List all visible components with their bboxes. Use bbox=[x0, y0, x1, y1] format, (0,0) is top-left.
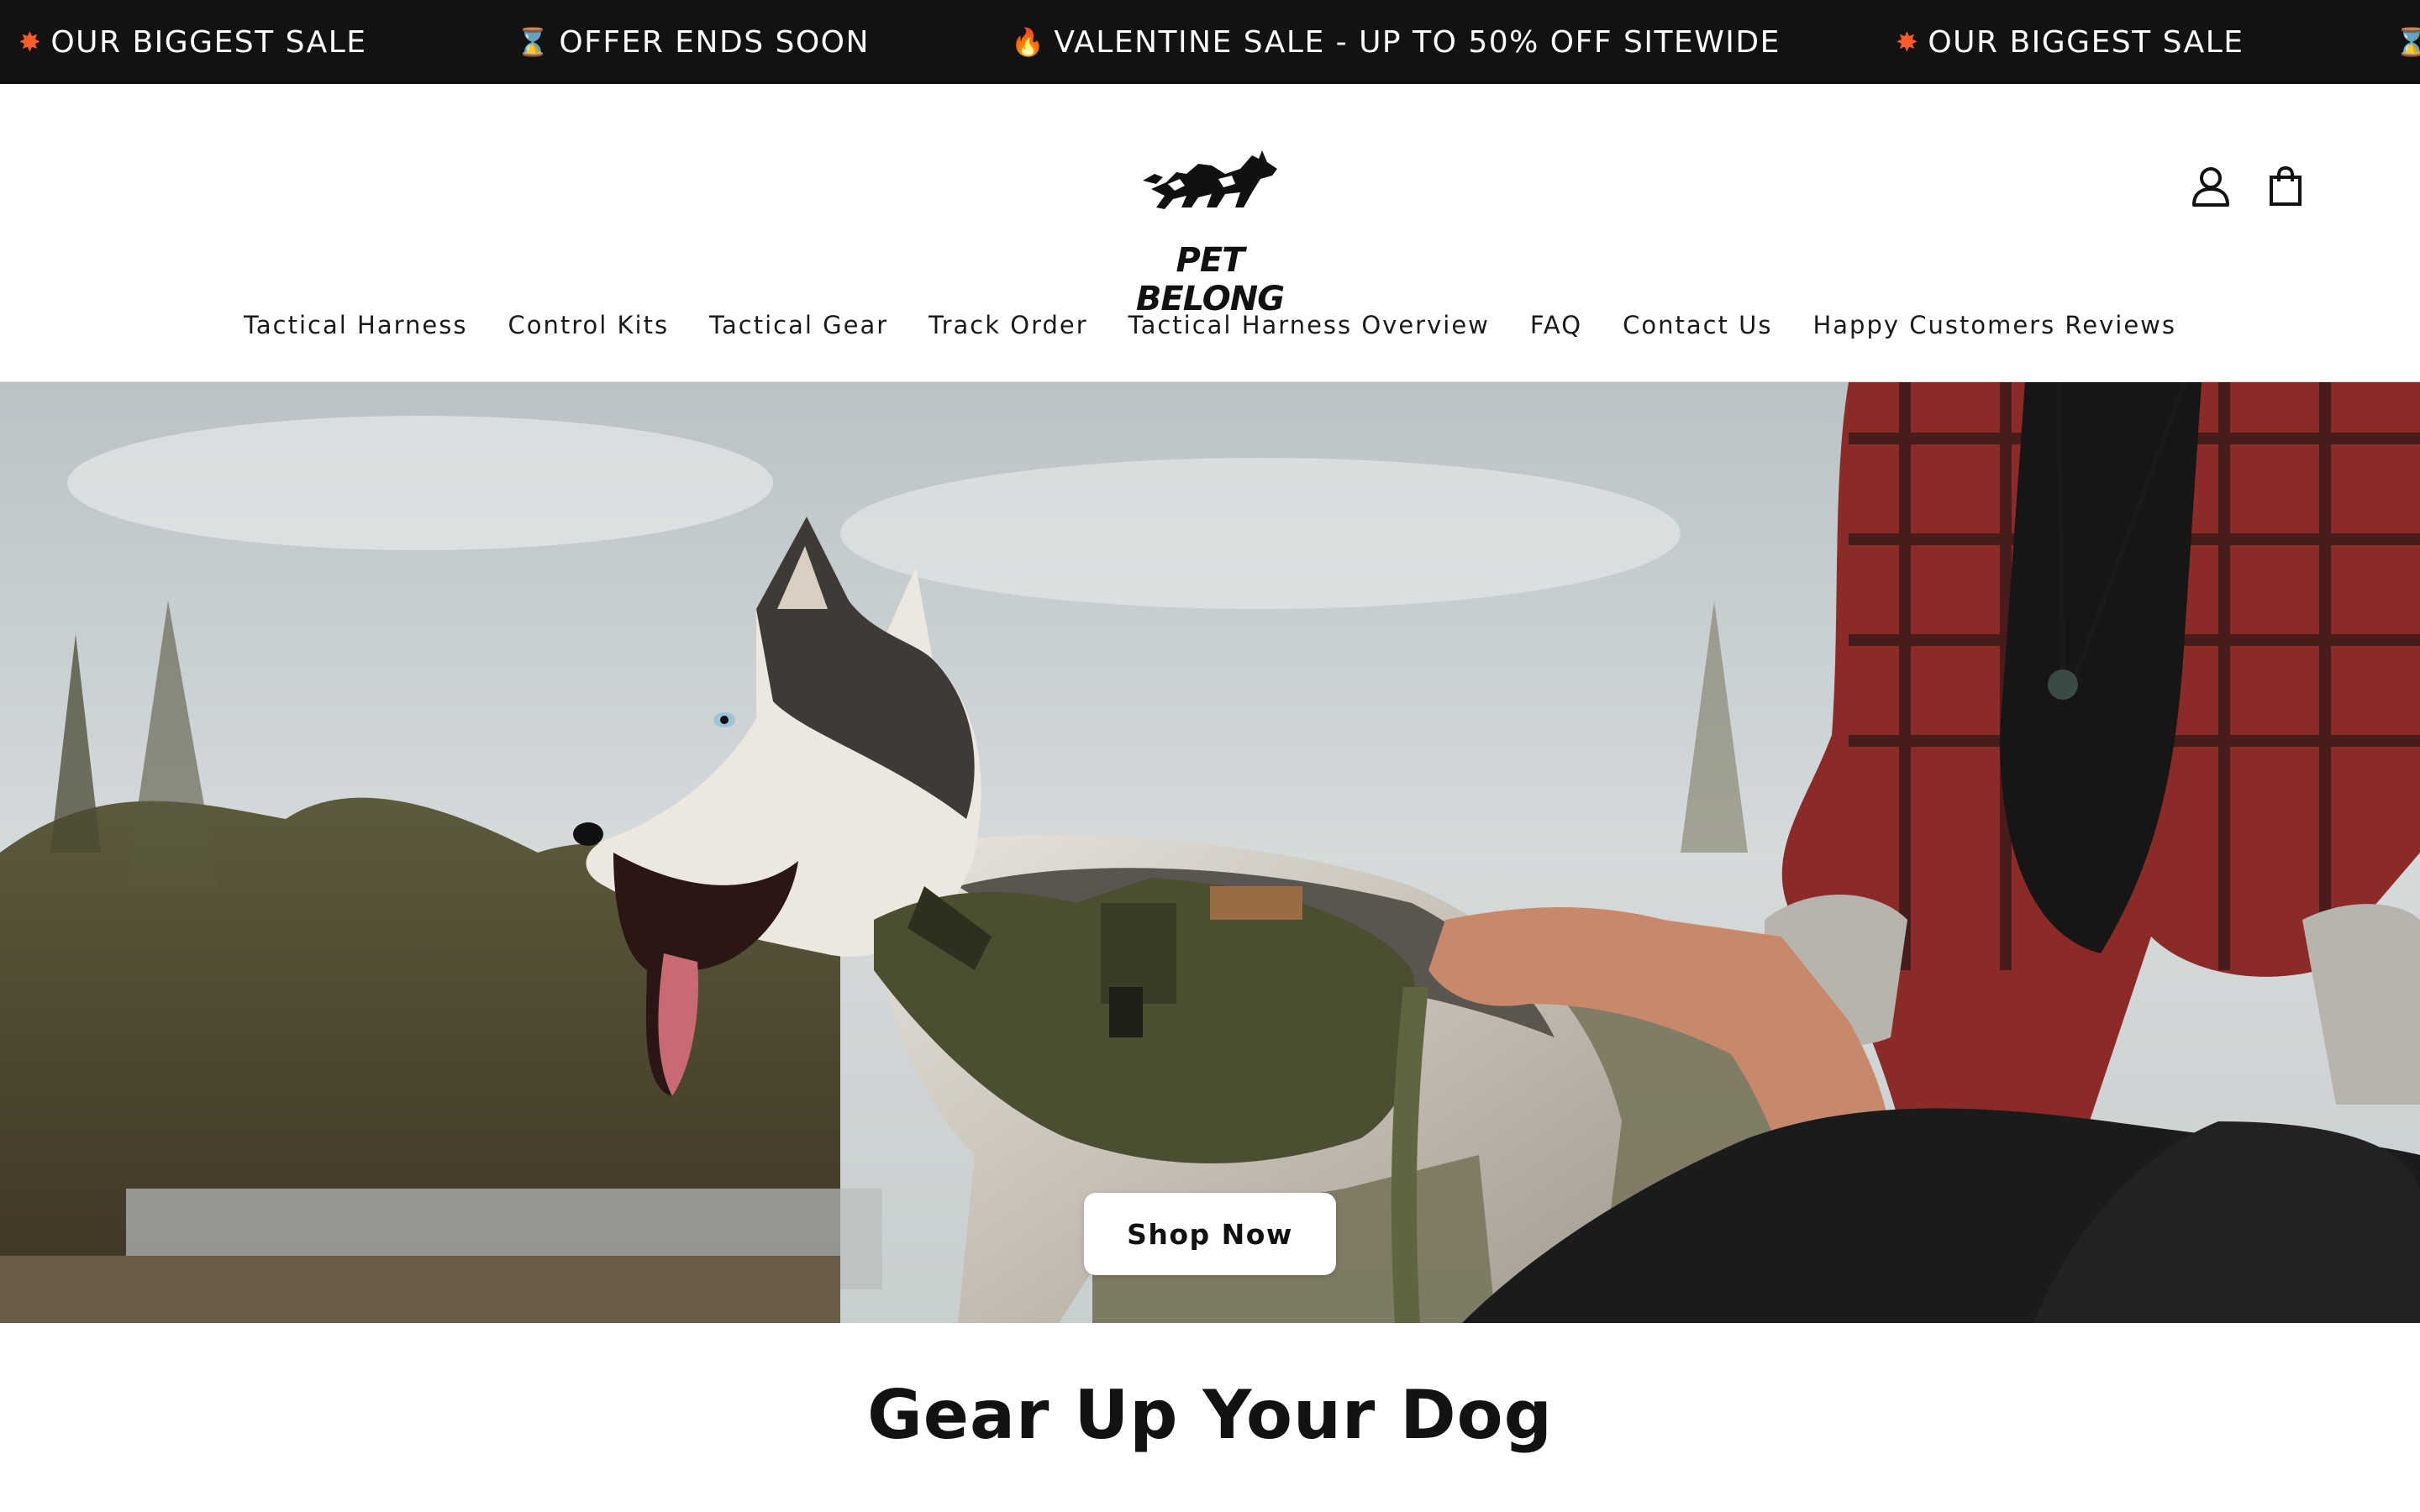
hero-image bbox=[0, 382, 2420, 1323]
announcement-item: ⌛ OFFER ENDS SOON bbox=[516, 0, 870, 84]
account-icon bbox=[2192, 167, 2229, 207]
nav-item-track-order[interactable]: Track Order bbox=[908, 304, 1108, 346]
announcement-text: OUR BIGGEST SALE bbox=[1928, 24, 2244, 60]
nav-item-faq[interactable]: FAQ bbox=[1510, 304, 1602, 346]
site-header: PET BELONG Tactical Harness Control Kits… bbox=[0, 84, 2420, 382]
announcement-item: ✸ OUR BIGGEST SALE bbox=[18, 0, 367, 84]
fire-icon: 🔥 bbox=[1011, 26, 1046, 58]
nav-item-contact-us[interactable]: Contact Us bbox=[1602, 304, 1792, 346]
hero-banner: Shop Now bbox=[0, 382, 2420, 1323]
announcement-bar: ✸ OUR BIGGEST SALE ⌛ OFFER ENDS SOON 🔥 V… bbox=[0, 0, 2420, 84]
nav-item-tactical-harness-overview[interactable]: Tactical Harness Overview bbox=[1108, 304, 1510, 346]
announcement-item: ✸ OUR BIGGEST SALE bbox=[1896, 0, 2244, 84]
shop-now-button[interactable]: Shop Now bbox=[1084, 1193, 1336, 1275]
hourglass-icon: ⌛ bbox=[2395, 26, 2420, 58]
burst-icon: ✸ bbox=[1896, 26, 1920, 58]
cart-button[interactable] bbox=[2260, 161, 2311, 212]
account-button[interactable] bbox=[2186, 161, 2236, 212]
dog-logo-icon bbox=[1143, 150, 1277, 209]
nav-item-tactical-gear[interactable]: Tactical Gear bbox=[689, 304, 908, 346]
announcement-text: VALENTINE SALE - UP TO 50% OFF SITEWIDE bbox=[1054, 24, 1781, 60]
hourglass-icon: ⌛ bbox=[516, 26, 551, 58]
burst-icon: ✸ bbox=[18, 26, 43, 58]
section-title: Gear Up Your Dog bbox=[867, 1376, 1553, 1454]
logo[interactable]: PET BELONG bbox=[1118, 130, 1302, 318]
main-nav: Tactical Harness Control Kits Tactical G… bbox=[0, 304, 2420, 346]
cart-icon bbox=[2270, 166, 2302, 206]
nav-item-tactical-harness[interactable]: Tactical Harness bbox=[224, 304, 487, 346]
announcement-text: OFFER ENDS SOON bbox=[559, 24, 870, 60]
announcement-text: OUR BIGGEST SALE bbox=[50, 24, 367, 60]
nav-item-happy-customers-reviews[interactable]: Happy Customers Reviews bbox=[1792, 304, 2196, 346]
announcement-item: 🔥 VALENTINE SALE - UP TO 50% OFF SITEWID… bbox=[1011, 0, 1781, 84]
announcement-item: ⌛ bbox=[2395, 0, 2420, 84]
nav-item-control-kits[interactable]: Control Kits bbox=[487, 304, 689, 346]
